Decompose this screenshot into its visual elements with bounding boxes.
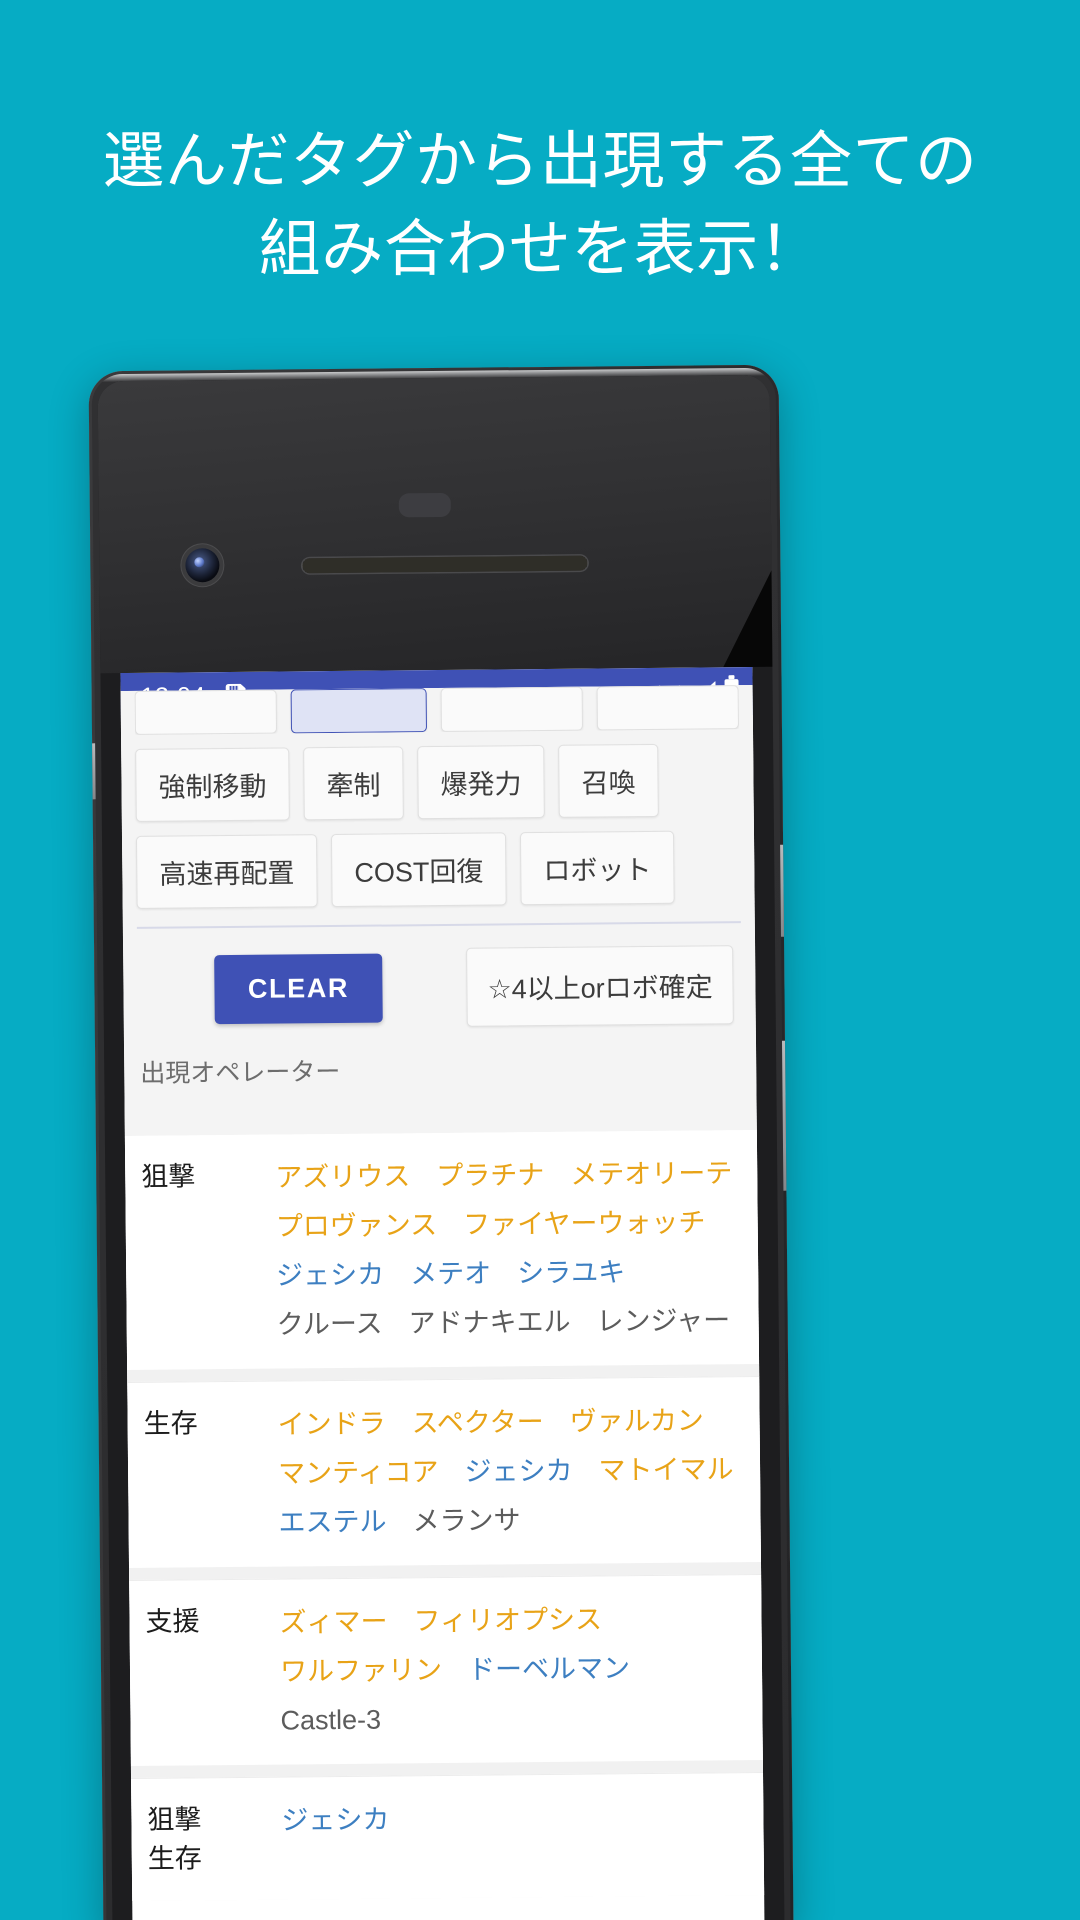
operator-name[interactable]: ファイヤーウォッチ: [463, 1201, 706, 1246]
results-list: 狙撃 アズリウス プラチナ メテオリーテ プロヴァンス ファイヤーウォッチ ジェシカ メテオシ…: [124, 1129, 765, 1902]
tag-button-selected[interactable]: [290, 688, 427, 734]
tag-selector: 強制移動 牽制 爆発力 召喚 高速再配置 COST回復 ロボット: [120, 684, 755, 910]
volume-button[interactable]: [781, 1040, 791, 1191]
tag-button-restraint[interactable]: 牽制: [303, 746, 404, 821]
operator-name[interactable]: スペクター: [411, 1401, 543, 1445]
table-row[interactable]: 支援 ズィマー フィリオプシスワルファリン ドーベルマン Castle-3: [129, 1573, 763, 1767]
table-row[interactable]: 狙撃 アズリウス プラチナ メテオリーテプロヴァンス ファイヤーウォッチジェシカ メテオシ…: [124, 1129, 760, 1371]
tag-button-cost-recovery[interactable]: COST回復: [330, 832, 507, 908]
proximity-sensor-icon: [398, 492, 451, 518]
operator-name[interactable]: プラチナ: [436, 1154, 544, 1198]
tag-button-fast-redeploy[interactable]: 高速再配置: [135, 834, 318, 909]
operator-list: アズリウス プラチナ メテオリーテプロヴァンス ファイヤーウォッチジェシカ メテオ シラユ…: [275, 1152, 759, 1347]
result-tag-label: 狙撃 生存: [147, 1804, 202, 1874]
page-title: 選んだタグから出現する全ての 組み合わせを表示！: [102, 127, 978, 285]
operator-name[interactable]: ジェシカ: [281, 1799, 389, 1843]
operator-name[interactable]: アドナキエル: [408, 1301, 570, 1346]
operator-list: ズィマー フィリオプシスワルファリン ドーベルマン Castle-3: [279, 1597, 762, 1743]
operator-name[interactable]: エステル: [278, 1501, 386, 1545]
operator-name[interactable]: メテオ: [410, 1253, 491, 1297]
guaranteed-filter-button[interactable]: ☆4以上orロボ確定: [466, 945, 735, 1027]
results-spacer: [124, 1083, 757, 1137]
sim-tray: [88, 743, 96, 800]
screen-glare: [684, 374, 773, 674]
operator-name[interactable]: マンティコア: [278, 1451, 439, 1496]
tag-button[interactable]: [134, 689, 278, 735]
operator-name[interactable]: ジェシカ: [464, 1450, 572, 1494]
results-header: 出現オペレーター: [140, 1057, 341, 1088]
tag-row-3: 高速再配置 COST回復 ロボット: [135, 816, 741, 909]
tag-button-robot[interactable]: ロボット: [519, 830, 675, 906]
operator-name[interactable]: ドーベルマン: [468, 1647, 630, 1692]
app-content: 強制移動 牽制 爆発力 召喚 高速再配置 COST回復 ロボット CLEAR ☆…: [120, 684, 765, 1902]
table-row[interactable]: 狙撃 生存 ジェシカ: [131, 1771, 765, 1902]
phone-mockup: 13:04: [88, 364, 794, 1920]
operator-name[interactable]: Castle-3: [280, 1699, 381, 1743]
operator-name[interactable]: プロヴァンス: [276, 1204, 438, 1249]
operator-name[interactable]: マトイマル: [598, 1448, 733, 1492]
phone-screen: 13:04: [120, 666, 765, 1920]
operator-name[interactable]: ジェシカ: [276, 1254, 384, 1298]
tag-button-forced-move[interactable]: 強制移動: [135, 747, 290, 822]
operator-list: ジェシカ: [281, 1795, 764, 1878]
operator-name[interactable]: レンジャー: [596, 1299, 730, 1343]
phone-face: 13:04: [97, 374, 785, 1920]
operator-name[interactable]: アズリウス: [275, 1155, 410, 1199]
operator-name[interactable]: ズィマー: [279, 1601, 387, 1645]
operator-name[interactable]: メテオリーテ: [570, 1152, 732, 1197]
result-tag-label: 生存: [143, 1408, 198, 1439]
clear-button[interactable]: CLEAR: [214, 953, 383, 1025]
tag-button[interactable]: [596, 685, 739, 731]
tag-row-2: 強制移動 牽制 爆発力 召喚: [135, 729, 740, 822]
operator-name[interactable]: フィリオプシス: [413, 1598, 602, 1643]
result-tag-label: 狙撃: [141, 1161, 196, 1192]
tag-button-burst[interactable]: 爆発力: [417, 744, 545, 820]
table-row[interactable]: 生存 インドラ スペクター ヴァルカンマンティコア ジェシカ マトイマルエステル メランサ: [127, 1375, 761, 1569]
operator-name[interactable]: クルース: [276, 1303, 383, 1347]
operator-name[interactable]: メランサ: [412, 1499, 520, 1543]
tag-row-clipped: [134, 685, 739, 735]
action-bar: CLEAR ☆4以上orロボ確定: [123, 923, 756, 1048]
operator-name[interactable]: ワルファリン: [280, 1649, 442, 1694]
earpiece-speaker-icon: [302, 555, 588, 574]
result-tag-label: 支援: [145, 1606, 200, 1637]
tag-button[interactable]: [440, 686, 583, 732]
front-camera-icon: [185, 548, 220, 583]
operator-list: インドラ スペクター ヴァルカンマンティコア ジェシカ マトイマルエステル メランサ: [277, 1399, 760, 1545]
operator-name[interactable]: ヴァルカン: [569, 1399, 704, 1443]
operator-name[interactable]: シラユキ: [517, 1251, 625, 1295]
power-button[interactable]: [780, 844, 788, 937]
operator-name[interactable]: インドラ: [277, 1403, 386, 1447]
tag-button-summon[interactable]: 召喚: [558, 743, 659, 818]
phone-top-bezel: [97, 374, 773, 674]
